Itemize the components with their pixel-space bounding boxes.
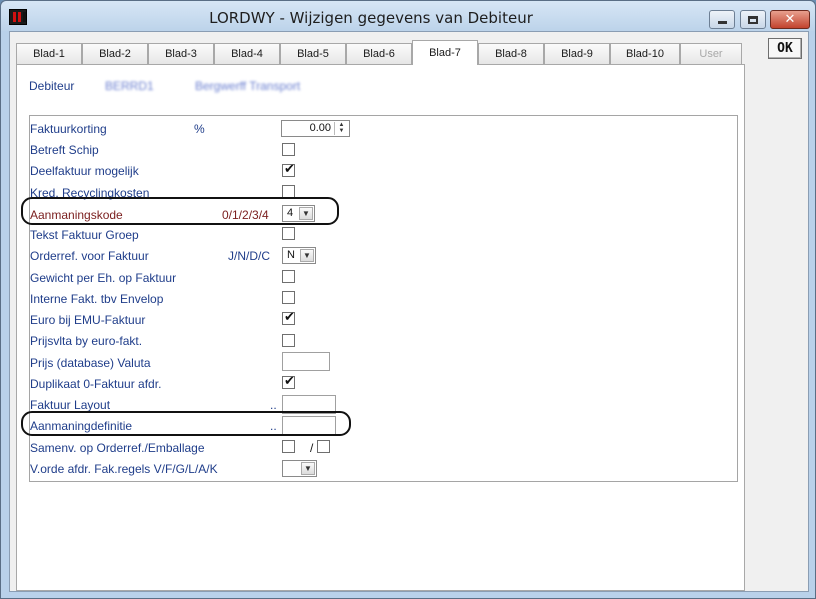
maximize-icon: [748, 15, 758, 24]
tab-blad-7[interactable]: Blad-7: [412, 40, 478, 65]
prijs-valuta-label: Prijs (database) Valuta: [30, 356, 151, 370]
tab-user: User: [680, 43, 742, 64]
highlight-aanmaningdefinitie: [21, 411, 351, 436]
minimize-button[interactable]: [709, 10, 735, 29]
title-bar[interactable]: LORDWY - Wijzigen gegevens van Debiteur …: [1, 1, 815, 31]
tab-strip: Blad-1 Blad-2 Blad-3 Blad-4 Blad-5 Blad-…: [16, 40, 756, 65]
tab-blad-6[interactable]: Blad-6: [346, 43, 412, 64]
euro-emu-checkbox[interactable]: ✔: [282, 310, 295, 325]
app-window: LORDWY - Wijzigen gegevens van Debiteur …: [0, 0, 816, 599]
deelfaktuur-label: Deelfaktuur mogelijk: [30, 164, 139, 178]
samenv-orderref-checkbox[interactable]: [282, 440, 295, 453]
tab-blad-4[interactable]: Blad-4: [214, 43, 280, 64]
orderref-hint: J/N/D/C: [228, 249, 270, 263]
faktuur-layout-label: Faktuur Layout: [30, 398, 111, 412]
betreft-schip-label: Betreft Schip: [30, 143, 99, 157]
tab-blad-1[interactable]: Blad-1: [16, 43, 82, 64]
prijs-valuta-input[interactable]: [282, 352, 330, 371]
gewicht-label: Gewicht per Eh. op Faktuur: [30, 271, 177, 285]
tab-label: User: [699, 48, 723, 60]
tab-blad-9[interactable]: Blad-9: [544, 43, 610, 64]
prijsvlta-label: Prijsvlta by euro-fakt.: [30, 334, 143, 348]
checkmark-icon: ✔: [284, 162, 295, 177]
tekst-faktuur-groep-checkbox[interactable]: [282, 227, 295, 240]
betreft-schip-checkbox[interactable]: [282, 143, 295, 156]
orderref-label: Orderref. voor Faktuur: [30, 249, 149, 263]
deelfaktuur-checkbox[interactable]: ✔: [282, 162, 295, 177]
debiteur-name: Bergwerff Transport: [195, 79, 301, 93]
tab-label: Blad-6: [363, 48, 395, 60]
samenv-label: Samenv. op Orderref./Emballage: [30, 441, 205, 455]
close-button[interactable]: ✕: [770, 10, 810, 29]
debiteur-code: BERRD1: [105, 79, 154, 93]
tab-label: Blad-2: [99, 48, 131, 60]
interne-fakt-checkbox[interactable]: [282, 291, 295, 304]
orderref-select[interactable]: N ▼: [282, 247, 316, 264]
vorde-label: V.orde afdr. Fak.regels V/F/G/L/A/K: [30, 462, 218, 476]
tab-blad-8[interactable]: Blad-8: [478, 43, 544, 64]
faktuurkorting-label: Faktuurkorting: [30, 122, 107, 136]
tab-label: Blad-4: [231, 48, 263, 60]
tab-label: Blad-5: [297, 48, 329, 60]
vorde-select[interactable]: ▼: [282, 460, 317, 477]
tab-label: Blad-8: [495, 48, 527, 60]
tab-label: Blad-1: [33, 48, 65, 60]
ok-button[interactable]: OK: [768, 38, 802, 59]
faktuur-layout-dots: ..: [270, 398, 277, 412]
samenv-emballage-checkbox[interactable]: [317, 440, 330, 453]
faktuurkorting-spinner[interactable]: 0.00 ▲ ▼: [281, 120, 350, 137]
close-icon: ✕: [784, 12, 796, 27]
debiteur-label: Debiteur: [29, 79, 75, 93]
tab-label: Blad-7: [429, 47, 461, 59]
tekst-faktuur-groep-label: Tekst Faktuur Groep: [30, 228, 139, 242]
chevron-down-icon[interactable]: ▼: [301, 462, 315, 475]
spinner-arrows[interactable]: ▲ ▼: [334, 122, 348, 135]
checkmark-icon: ✔: [284, 310, 295, 325]
faktuurkorting-unit: %: [194, 122, 205, 136]
checkmark-icon: ✔: [284, 374, 295, 389]
minimize-icon: [717, 21, 727, 24]
interne-fakt-label: Interne Fakt. tbv Envelop: [30, 292, 164, 306]
tab-panel-blad-7: Debiteur BERRD1 Bergwerff Transport Fakt…: [16, 64, 745, 591]
maximize-button[interactable]: [740, 10, 766, 29]
tab-label: Blad-10: [626, 48, 664, 60]
tab-label: Blad-9: [561, 48, 593, 60]
duplikaat-checkbox[interactable]: ✔: [282, 374, 295, 389]
window-title: LORDWY - Wijzigen gegevens van Debiteur: [209, 9, 533, 27]
faktuurkorting-value: 0.00: [309, 122, 331, 134]
prijsvlta-checkbox[interactable]: [282, 334, 295, 347]
tab-blad-10[interactable]: Blad-10: [610, 43, 680, 64]
gewicht-checkbox[interactable]: [282, 270, 295, 283]
tab-label: Blad-3: [165, 48, 197, 60]
spin-down-icon[interactable]: ▼: [335, 128, 348, 134]
tab-blad-3[interactable]: Blad-3: [148, 43, 214, 64]
orderref-value: N: [287, 249, 295, 261]
client-area: Blad-1 Blad-2 Blad-3 Blad-4 Blad-5 Blad-…: [9, 31, 809, 592]
duplikaat-label: Duplikaat 0-Faktuur afdr.: [30, 377, 162, 391]
euro-emu-label: Euro bij EMU-Faktuur: [30, 313, 146, 327]
tab-blad-2[interactable]: Blad-2: [82, 43, 148, 64]
chevron-down-icon[interactable]: ▼: [300, 249, 314, 262]
tab-blad-5[interactable]: Blad-5: [280, 43, 346, 64]
samenv-separator: /: [310, 441, 314, 455]
highlight-aanmaningskode: [21, 197, 339, 225]
